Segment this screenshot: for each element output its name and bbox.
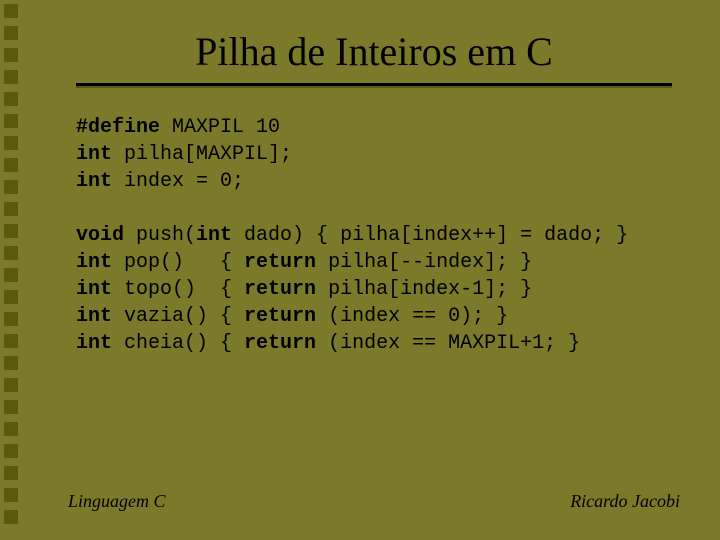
square-bullet (4, 378, 18, 392)
keyword-return: return (244, 278, 316, 301)
code-line: int pilha[MAXPIL]; (76, 141, 720, 168)
title-underline (76, 83, 672, 86)
code-line: int index = 0; (76, 168, 720, 195)
square-bullet (4, 268, 18, 282)
square-bullet (4, 136, 18, 150)
decorative-left-border (0, 0, 28, 540)
code-text: pilha[--index]; } (316, 251, 532, 274)
code-blank-line (76, 195, 720, 222)
code-text: dado) { pilha[index++] = dado; } (232, 224, 628, 247)
code-text: (index == 0); } (316, 305, 508, 328)
square-bullet (4, 466, 18, 480)
code-text: pilha[index-1]; } (316, 278, 532, 301)
square-bullet (4, 312, 18, 326)
code-line: int vazia() { return (index == 0); } (76, 303, 720, 330)
code-text: pilha[MAXPIL]; (112, 143, 292, 166)
square-bullet (4, 92, 18, 106)
page-title: Pilha de Inteiros em C (28, 28, 720, 75)
square-bullet (4, 180, 18, 194)
square-bullet (4, 4, 18, 18)
code-line: int cheia() { return (index == MAXPIL+1;… (76, 330, 720, 357)
keyword-return: return (244, 305, 316, 328)
keyword-int: int (76, 143, 112, 166)
square-bullet (4, 114, 18, 128)
square-bullet (4, 488, 18, 502)
keyword-int: int (76, 305, 112, 328)
keyword-int: int (196, 224, 232, 247)
footer-right: Ricardo Jacobi (570, 491, 680, 512)
code-line: int topo() { return pilha[index-1]; } (76, 276, 720, 303)
code-line: int pop() { return pilha[--index]; } (76, 249, 720, 276)
keyword-return: return (244, 251, 316, 274)
square-bullet (4, 510, 18, 524)
square-bullet (4, 202, 18, 216)
square-bullet (4, 158, 18, 172)
slide-content: Pilha de Inteiros em C #define MAXPIL 10… (28, 0, 720, 540)
keyword-int: int (76, 251, 112, 274)
code-text: pop() { (112, 251, 244, 274)
code-text: topo() { (112, 278, 244, 301)
square-bullet (4, 422, 18, 436)
square-bullet (4, 48, 18, 62)
footer-left: Linguagem C (68, 491, 166, 512)
code-text: vazia() { (112, 305, 244, 328)
code-text: (index == MAXPIL+1; } (316, 332, 580, 355)
code-text: cheia() { (112, 332, 244, 355)
square-bullet (4, 224, 18, 238)
square-bullet (4, 334, 18, 348)
code-text: index = 0; (112, 170, 244, 193)
code-block: #define MAXPIL 10 int pilha[MAXPIL]; int… (76, 114, 720, 357)
square-bullet (4, 444, 18, 458)
square-bullet (4, 246, 18, 260)
square-bullet (4, 70, 18, 84)
square-bullet (4, 400, 18, 414)
code-line: void push(int dado) { pilha[index++] = d… (76, 222, 720, 249)
keyword-void: void (76, 224, 124, 247)
code-text: MAXPIL 10 (160, 116, 280, 139)
square-bullet (4, 290, 18, 304)
keyword-int: int (76, 170, 112, 193)
keyword-int: int (76, 332, 112, 355)
keyword-return: return (244, 332, 316, 355)
keyword-define: #define (76, 116, 160, 139)
code-text: push( (124, 224, 196, 247)
square-bullet (4, 356, 18, 370)
keyword-int: int (76, 278, 112, 301)
square-bullet (4, 26, 18, 40)
code-line: #define MAXPIL 10 (76, 114, 720, 141)
